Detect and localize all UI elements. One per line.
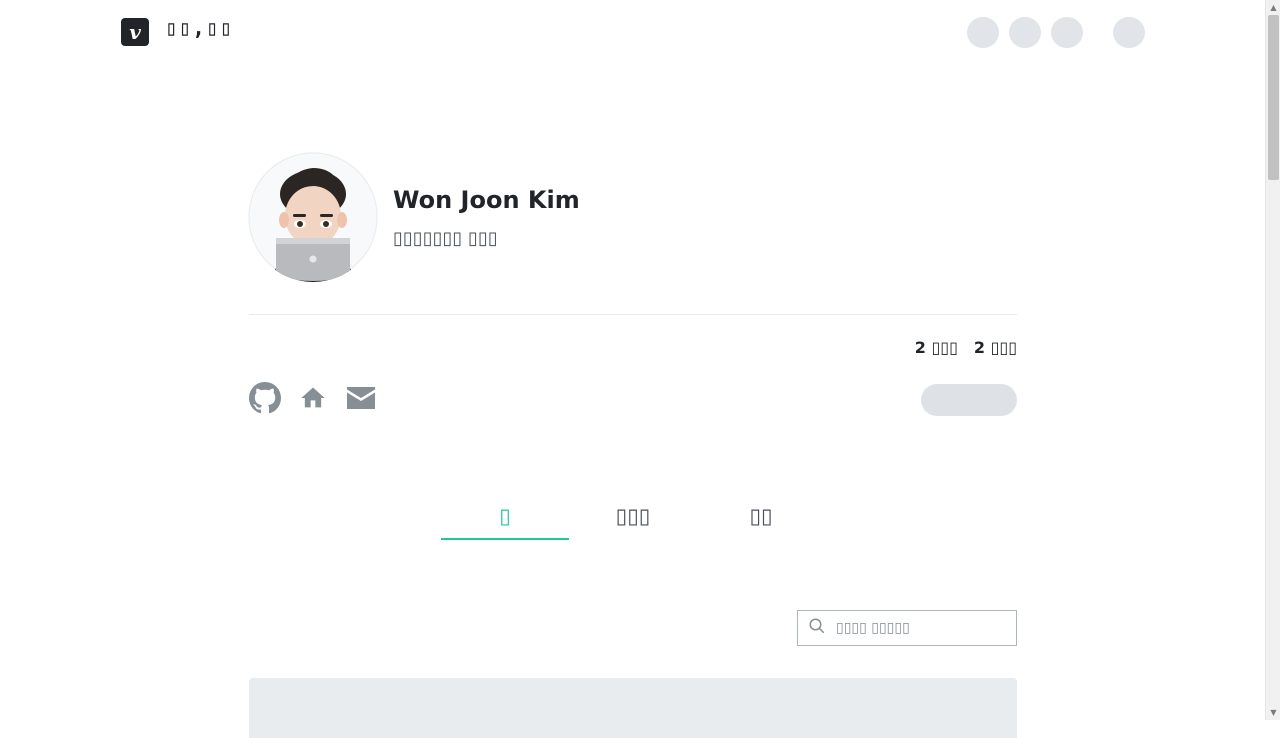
profile-divider bbox=[249, 314, 1017, 315]
theme-toggle-button[interactable] bbox=[1051, 17, 1083, 48]
scroll-down-arrow-icon[interactable]: ▼ bbox=[1266, 705, 1280, 720]
user-menu-button[interactable] bbox=[1113, 17, 1145, 48]
profile-name: Won Joon Kim bbox=[393, 186, 580, 214]
follow-button[interactable] bbox=[921, 384, 1017, 416]
search-icon bbox=[808, 617, 826, 639]
memoji-avatar-icon bbox=[248, 152, 378, 282]
social-links bbox=[249, 382, 377, 414]
home-icon[interactable] bbox=[297, 382, 329, 414]
tab-posts[interactable]: ▯ bbox=[441, 496, 569, 540]
scroll-up-arrow-icon[interactable]: ▲ bbox=[1266, 0, 1280, 15]
avatar bbox=[248, 152, 378, 282]
search-button[interactable] bbox=[1009, 17, 1041, 48]
blog-name[interactable]: ▯▯,▯▯ bbox=[165, 16, 233, 40]
scrollbar[interactable]: ▲ ▼ bbox=[1265, 0, 1280, 720]
header: v ▯▯,▯▯ bbox=[0, 0, 1265, 64]
followers-count[interactable]: 2 ▯▯▯ bbox=[915, 338, 958, 357]
post-card-skeleton bbox=[249, 678, 1017, 738]
github-icon[interactable] bbox=[249, 382, 281, 414]
tab-series[interactable]: ▯▯▯ bbox=[569, 496, 697, 540]
profile-tabs: ▯ ▯▯▯ ▯▯ bbox=[441, 496, 825, 540]
search-input[interactable] bbox=[834, 619, 1004, 637]
scrollbar-thumb[interactable] bbox=[1268, 15, 1279, 180]
profile-bio: ▯▯▯▯▯▯▯ ▯▯▯ bbox=[393, 228, 498, 249]
tab-about[interactable]: ▯▯ bbox=[697, 496, 825, 540]
notification-button[interactable] bbox=[967, 17, 999, 48]
follow-stats: 2 ▯▯▯ 2 ▯▯▯ bbox=[915, 338, 1017, 357]
following-count[interactable]: 2 ▯▯▯ bbox=[974, 338, 1017, 357]
velog-logo[interactable]: v bbox=[121, 18, 149, 46]
email-icon[interactable] bbox=[345, 382, 377, 414]
post-search bbox=[797, 610, 1017, 646]
